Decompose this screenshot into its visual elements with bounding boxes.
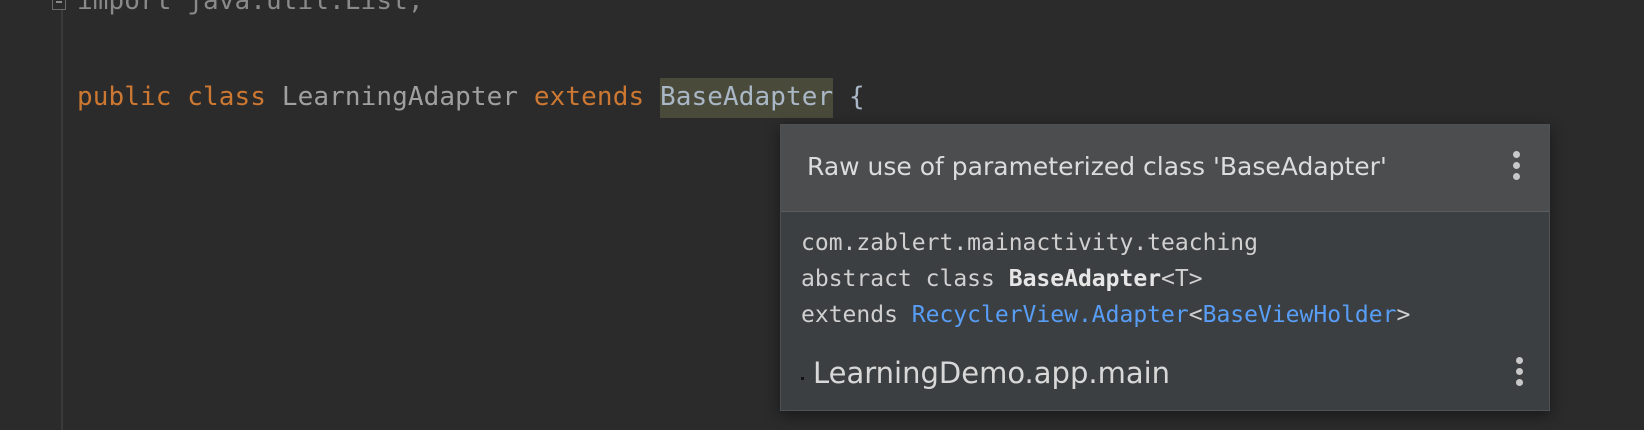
code-editor[interactable]: import java.util.List; public class Lear… <box>0 0 1644 430</box>
doc-extends: extends RecyclerView.Adapter<BaseViewHol… <box>801 297 1410 333</box>
keyword-class: class <box>187 82 267 112</box>
module-icon <box>801 377 804 380</box>
base-class-reference[interactable]: BaseAdapter <box>659 78 834 118</box>
popup-header: Raw use of parameterized class 'BaseAdap… <box>781 125 1549 212</box>
keyword-public: public <box>77 82 172 112</box>
doc-decl-generic: <T> <box>1161 266 1203 292</box>
open-brace: { <box>849 82 865 112</box>
inspection-popup: Raw use of parameterized class 'BaseAdap… <box>780 124 1550 411</box>
module-name: LearningDemo.app.main <box>813 356 1171 390</box>
class-declaration-line[interactable]: public class LearningAdapter extends Bas… <box>77 78 865 118</box>
documentation-body: com.zablert.mainactivity.teaching abstra… <box>801 225 1410 333</box>
fold-minus-icon[interactable] <box>52 0 66 10</box>
recyclerview-adapter-link[interactable]: RecyclerView.Adapter <box>912 302 1189 328</box>
gutter-divider <box>61 0 63 430</box>
doc-declaration: abstract class BaseAdapter<T> <box>801 261 1410 297</box>
baseviewholder-link[interactable]: BaseViewHolder <box>1203 302 1397 328</box>
doc-decl-prefix: abstract class <box>801 266 1009 292</box>
import-line[interactable]: import java.util.List; <box>77 0 424 16</box>
doc-lt: < <box>1188 302 1203 328</box>
popup-title: Raw use of parameterized class 'BaseAdap… <box>807 152 1387 181</box>
keyword-extends: extends <box>533 82 645 112</box>
doc-decl-name: BaseAdapter <box>1008 266 1162 292</box>
doc-extends-keyword: extends <box>801 302 912 328</box>
more-vertical-icon[interactable] <box>1505 148 1529 184</box>
doc-gt: > <box>1396 302 1411 328</box>
more-vertical-icon[interactable] <box>1508 354 1532 390</box>
class-name[interactable]: LearningAdapter <box>282 82 518 112</box>
doc-package: com.zablert.mainactivity.teaching <box>801 230 1258 256</box>
